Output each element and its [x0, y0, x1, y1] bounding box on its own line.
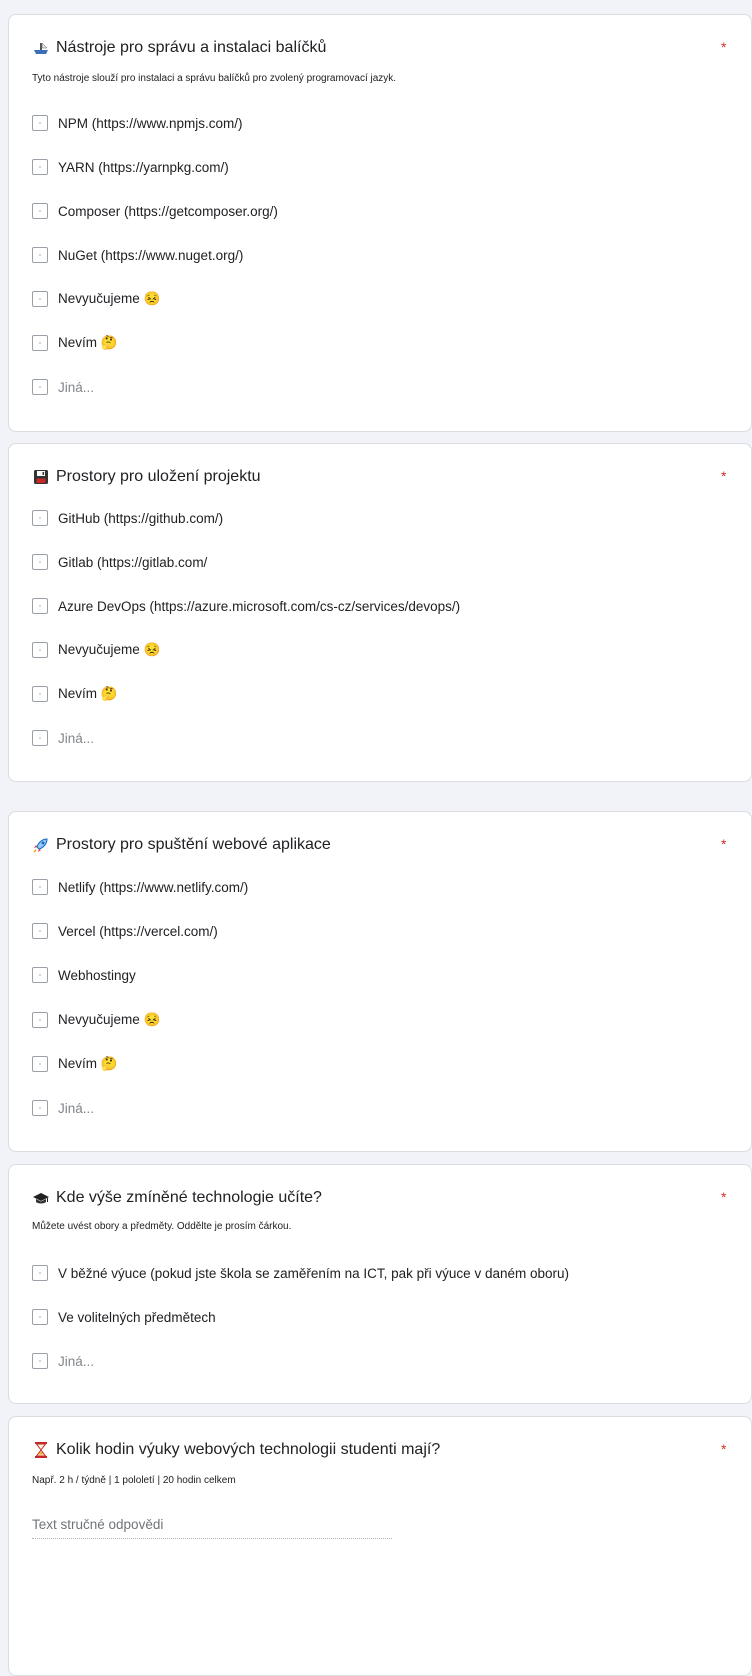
required-asterisk: *	[721, 836, 727, 852]
question-card-hours: Kolik hodin výuky webových technologii s…	[8, 1416, 752, 1676]
option-netlify[interactable]: Netlify (https://www.netlify.com/)	[32, 876, 248, 898]
option-label: Webhostingy	[58, 967, 136, 983]
question-title: Kde výše zmíněné technologie učíte?	[32, 1189, 322, 1207]
option-other[interactable]: Jiná...	[32, 1350, 94, 1372]
option-bezna-vyuka[interactable]: V běžné výuce (pokud jste škola se zaměř…	[32, 1262, 569, 1284]
option-volitelne-predmety[interactable]: Ve volitelných předmětech	[32, 1306, 216, 1328]
option-webhostingy[interactable]: Webhostingy	[32, 964, 136, 986]
required-asterisk: *	[721, 468, 727, 484]
checkbox[interactable]	[32, 923, 48, 939]
option-label: Nevyučujeme 😣	[58, 291, 161, 306]
checkbox[interactable]	[32, 203, 48, 219]
question-title-text: Kolik hodin výuky webových technologii s…	[56, 1441, 441, 1458]
question-title-text: Nástroje pro správu a instalaci balíčků	[56, 39, 327, 56]
option-label: YARN (https://yarnpkg.com/)	[58, 159, 229, 175]
checkbox[interactable]	[32, 1353, 48, 1369]
option-label: Azure DevOps (https://azure.microsoft.co…	[58, 598, 461, 614]
option-other[interactable]: Jiná...	[32, 1097, 94, 1119]
option-label: Netlify (https://www.netlify.com/)	[58, 879, 249, 895]
option-label: NuGet (https://www.nuget.org/)	[58, 247, 244, 263]
option-nevyucujeme[interactable]: Nevyučujeme 😣	[32, 639, 160, 661]
checkbox[interactable]	[32, 1265, 48, 1281]
hourglass-icon	[32, 1441, 50, 1459]
question-title: Prostory pro spuštění webové aplikace	[32, 836, 331, 854]
question-description: Např. 2 h / týdně | 1 pololetí | 20 hodi…	[32, 1475, 236, 1486]
option-gitlab[interactable]: Gitlab (https://gitlab.com/	[32, 551, 207, 573]
option-composer[interactable]: Composer (https://getcomposer.org/)	[32, 200, 278, 222]
option-label: Ve volitelných předmětech	[58, 1309, 216, 1325]
question-card-project-storage: Prostory pro uložení projektu * GitHub (…	[8, 443, 752, 782]
option-nevim[interactable]: Nevím 🤔	[32, 683, 118, 705]
required-asterisk: *	[721, 1441, 727, 1457]
option-label: Jiná...	[58, 1100, 95, 1116]
short-answer-input[interactable]: Text stručné odpovědi	[32, 1517, 392, 1539]
option-label: Jiná...	[58, 379, 95, 395]
floppy-disk-icon	[32, 468, 50, 486]
required-asterisk: *	[721, 39, 727, 55]
option-github[interactable]: GitHub (https://github.com/)	[32, 507, 223, 529]
question-description: Můžete uvést obory a předměty. Oddělte j…	[32, 1221, 292, 1232]
checkbox[interactable]	[32, 379, 48, 395]
option-azure-devops[interactable]: Azure DevOps (https://azure.microsoft.co…	[32, 595, 460, 617]
option-npm[interactable]: NPM (https://www.npmjs.com/)	[32, 112, 243, 134]
option-other[interactable]: Jiná...	[32, 727, 94, 749]
graduation-cap-icon	[32, 1189, 50, 1207]
checkbox[interactable]	[32, 879, 48, 895]
checkbox[interactable]	[32, 1012, 48, 1028]
option-label: NPM (https://www.npmjs.com/)	[58, 115, 243, 131]
question-title: Nástroje pro správu a instalaci balíčků	[32, 39, 326, 57]
screenshot-separator	[0, 790, 752, 808]
checkbox[interactable]	[32, 642, 48, 658]
checkbox[interactable]	[32, 510, 48, 526]
option-nevim[interactable]: Nevím 🤔	[32, 1053, 118, 1075]
question-title-text: Kde výše zmíněné technologie učíte?	[56, 1189, 322, 1206]
ship-icon	[32, 39, 50, 57]
option-label: GitHub (https://github.com/)	[58, 510, 224, 526]
option-nuget[interactable]: NuGet (https://www.nuget.org/)	[32, 244, 243, 266]
checkbox[interactable]	[32, 967, 48, 983]
option-label: Nevyučujeme 😣	[58, 1012, 161, 1027]
question-title-text: Prostory pro uložení projektu	[56, 468, 261, 485]
option-yarn[interactable]: YARN (https://yarnpkg.com/)	[32, 156, 229, 178]
question-title: Prostory pro uložení projektu	[32, 468, 261, 486]
checkbox[interactable]	[32, 598, 48, 614]
checkbox[interactable]	[32, 247, 48, 263]
checkbox[interactable]	[32, 1056, 48, 1072]
checkbox[interactable]	[32, 730, 48, 746]
checkbox[interactable]	[32, 554, 48, 570]
option-other[interactable]: Jiná...	[32, 376, 94, 398]
option-label: Composer (https://getcomposer.org/)	[58, 203, 278, 219]
option-label: Nevím 🤔	[58, 335, 118, 350]
checkbox[interactable]	[32, 159, 48, 175]
option-label: V běžné výuce (pokud jste škola se zaměř…	[58, 1265, 569, 1281]
checkbox[interactable]	[32, 686, 48, 702]
option-label: Nevyučujeme 😣	[58, 642, 161, 657]
option-nevyucujeme[interactable]: Nevyučujeme 😣	[32, 288, 160, 310]
required-asterisk: *	[721, 1189, 727, 1205]
option-label: Jiná...	[58, 730, 95, 746]
rocket-icon	[32, 836, 50, 854]
checkbox[interactable]	[32, 335, 48, 351]
option-label: Nevím 🤔	[58, 686, 118, 701]
option-label: Vercel (https://vercel.com/)	[58, 923, 218, 939]
question-description: Tyto nástroje slouží pro instalaci a spr…	[32, 73, 397, 84]
checkbox[interactable]	[32, 1100, 48, 1116]
question-title: Kolik hodin výuky webových technologii s…	[32, 1441, 440, 1459]
option-nevim[interactable]: Nevím 🤔	[32, 332, 118, 354]
question-title-text: Prostory pro spuštění webové aplikace	[56, 836, 331, 853]
question-card-package-managers: Nástroje pro správu a instalaci balíčků …	[8, 14, 752, 432]
option-nevyucujeme[interactable]: Nevyučujeme 😣	[32, 1009, 160, 1031]
checkbox[interactable]	[32, 291, 48, 307]
option-label: Gitlab (https://gitlab.com/	[58, 554, 208, 570]
checkbox[interactable]	[32, 1309, 48, 1325]
checkbox[interactable]	[32, 115, 48, 131]
option-label: Nevím 🤔	[58, 1056, 118, 1071]
question-card-web-app-hosting: Prostory pro spuštění webové aplikace * …	[8, 811, 752, 1152]
question-card-where-taught: Kde výše zmíněné technologie učíte? * Mů…	[8, 1164, 752, 1404]
option-vercel[interactable]: Vercel (https://vercel.com/)	[32, 920, 218, 942]
option-label: Jiná...	[58, 1353, 95, 1369]
